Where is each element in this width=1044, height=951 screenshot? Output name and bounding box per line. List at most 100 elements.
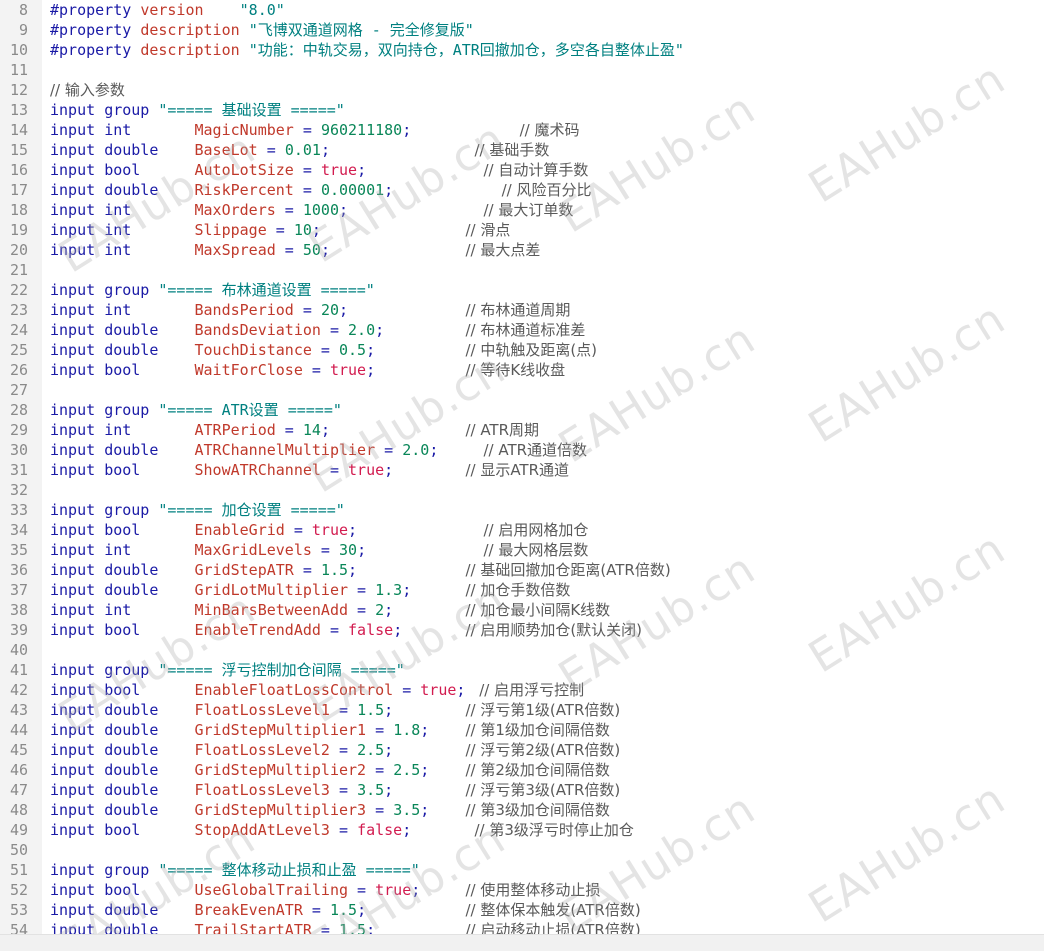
code-editor[interactable]: 8 #property version "8.0" 9 #property descr… [0, 0, 1044, 951]
code-token: input [50, 301, 105, 319]
code-token: input [50, 141, 105, 159]
code-text: input group "===== 整体移动止损和止盈 =====" [50, 860, 420, 880]
code-token: "===== 基础设置 =====" [158, 101, 345, 119]
code-token: true [320, 161, 358, 179]
code-token: 1000 [302, 201, 339, 219]
code-token: 30 [339, 541, 358, 559]
code-line[interactable]: 11 [0, 60, 1044, 80]
code-token: = [393, 681, 421, 699]
code-line[interactable]: 16 input bool AutoLotSize = true; // 自动计算… [0, 160, 1044, 180]
code-token: // 中轨触及距离(点) [465, 341, 598, 359]
code-line[interactable]: 52 input bool UseGlobalTrailing = true; /… [0, 880, 1044, 900]
line-number: 41 [9, 661, 28, 679]
code-token: input [50, 561, 105, 579]
code-token: = [375, 441, 403, 459]
code-token: input [50, 121, 105, 139]
code-line[interactable]: 37 input double GridLotMultiplier = 1.3; … [0, 580, 1044, 600]
horizontal-scrollbar[interactable] [0, 934, 1044, 951]
code-line[interactable]: 12 // 输入参数 [0, 80, 1044, 100]
code-token: input [50, 821, 105, 839]
code-token: "功能：中轨交易，双向持仓，ATR回撤加仓，多空各自整体止盈" [248, 41, 684, 59]
code-line[interactable]: 13 input group "===== 基础设置 =====" [0, 100, 1044, 120]
code-line[interactable]: 8 #property version "8.0" [0, 0, 1044, 20]
code-token: 2.5 [357, 741, 385, 759]
code-line[interactable]: 53 input double BreakEvenATR = 1.5; // 整体… [0, 900, 1044, 920]
code-token: "===== 加仓设置 =====" [158, 501, 345, 519]
code-line[interactable]: 26 input bool WaitForClose = true; // 等待K… [0, 360, 1044, 380]
code-line[interactable]: 39 input bool EnableTrendAdd = false; // … [0, 620, 1044, 640]
code-token: false [348, 621, 394, 639]
code-text: input bool WaitForClose = true; // 等待K线收… [50, 360, 565, 380]
code-line[interactable]: 46 input double GridStepMultiplier2 = 2.5… [0, 760, 1044, 780]
code-text: input bool EnableTrendAdd = false; // 启用… [50, 620, 642, 640]
code-line[interactable]: 41 input group "===== 浮亏控制加仓间隔 =====" [0, 660, 1044, 680]
code-line[interactable]: 51 input group "===== 整体移动止损和止盈 =====" [0, 860, 1044, 880]
code-token: input [50, 361, 105, 379]
code-text: input int ATRPeriod = 14; // ATR周期 [50, 420, 539, 440]
code-token: // 加仓最小间隔K线数 [465, 601, 611, 619]
code-token: input [50, 601, 105, 619]
code-line[interactable]: 34 input bool EnableGrid = true; // 启用网格加… [0, 520, 1044, 540]
code-token: int [104, 241, 195, 259]
line-number: 28 [9, 401, 28, 419]
code-token: int [104, 121, 195, 139]
code-line[interactable]: 29 input int ATRPeriod = 14; // ATR周期 [0, 420, 1044, 440]
code-line[interactable]: 47 input double FloatLossLevel3 = 3.5; //… [0, 780, 1044, 800]
line-number: 23 [9, 301, 28, 319]
code-line[interactable]: 45 input double FloatLossLevel2 = 2.5; //… [0, 740, 1044, 760]
code-token: // 最大订单数 [483, 201, 574, 219]
code-token: AutoLotSize [194, 161, 294, 179]
code-line[interactable]: 18 input int MaxOrders = 1000; // 最大订单数 [0, 200, 1044, 220]
code-text: input bool ShowATRChannel = true; // 显示A… [50, 460, 569, 480]
code-token: FloatLossLevel2 [194, 741, 330, 759]
code-line[interactable]: 9 #property description "飞博双通道网格 - 完全修复版" [0, 20, 1044, 40]
code-line[interactable]: 38 input int MinBarsBetweenAdd = 2; // 加仓… [0, 600, 1044, 620]
code-line[interactable]: 48 input double GridStepMultiplier3 = 3.5… [0, 800, 1044, 820]
code-token: double [104, 581, 195, 599]
code-token: ; [366, 341, 466, 359]
code-line[interactable]: 14 input int MagicNumber = 960211180; // … [0, 120, 1044, 140]
code-text: #property version "8.0" [50, 0, 285, 20]
code-line[interactable]: 31 input bool ShowATRChannel = true; // 显… [0, 460, 1044, 480]
line-number: 19 [9, 221, 28, 239]
code-line[interactable]: 36 input double GridStepATR = 1.5; // 基础回… [0, 560, 1044, 580]
code-token: ; [311, 221, 466, 239]
code-line[interactable]: 33 input group "===== 加仓设置 =====" [0, 500, 1044, 520]
line-number: 33 [9, 501, 28, 519]
code-line[interactable]: 32 [0, 480, 1044, 500]
code-token: ; [348, 561, 466, 579]
code-text: input double BandsDeviation = 2.0; // 布林… [50, 320, 585, 340]
code-token: ; [420, 761, 466, 779]
code-line[interactable]: 42 input bool EnableFloatLossControl = tr… [0, 680, 1044, 700]
code-token: ; [348, 521, 484, 539]
code-line[interactable]: 25 input double TouchDistance = 0.5; // 中… [0, 340, 1044, 360]
code-line[interactable]: 21 [0, 260, 1044, 280]
code-area[interactable]: 8 #property version "8.0" 9 #property descr… [0, 0, 1044, 940]
code-line[interactable]: 30 input double ATRChannelMultiplier = 2.… [0, 440, 1044, 460]
code-line[interactable]: 40 [0, 640, 1044, 660]
line-number: 38 [9, 601, 28, 619]
code-token: input [50, 401, 105, 419]
code-line[interactable]: 27 [0, 380, 1044, 400]
code-line[interactable]: 19 input int Slippage = 10; // 滑点 [0, 220, 1044, 240]
code-token: double [104, 781, 195, 799]
code-line[interactable]: 50 [0, 840, 1044, 860]
code-text: input double RiskPercent = 0.00001; // 风… [50, 180, 591, 200]
code-line[interactable]: 17 input double RiskPercent = 0.00001; //… [0, 180, 1044, 200]
code-line[interactable]: 35 input int MaxGridLevels = 30; // 最大网格层… [0, 540, 1044, 560]
line-number: 18 [9, 201, 28, 219]
code-line[interactable]: 28 input group "===== ATR设置 =====" [0, 400, 1044, 420]
code-line[interactable]: 10 #property description "功能：中轨交易，双向持仓，AT… [0, 40, 1044, 60]
code-token: "===== 整体移动止损和止盈 =====" [158, 861, 420, 879]
line-number: 21 [9, 261, 28, 279]
code-line[interactable]: 22 input group "===== 布林通道设置 =====" [0, 280, 1044, 300]
code-line[interactable]: 24 input double BandsDeviation = 2.0; // … [0, 320, 1044, 340]
code-token: input [50, 161, 105, 179]
code-line[interactable]: 15 input double BaseLot = 0.01; // 基础手数 [0, 140, 1044, 160]
code-token: group [104, 281, 159, 299]
code-line[interactable]: 23 input int BandsPeriod = 20; // 布林通道周期 [0, 300, 1044, 320]
code-line[interactable]: 49 input bool StopAddAtLevel3 = false; //… [0, 820, 1044, 840]
code-line[interactable]: 44 input double GridStepMultiplier1 = 1.8… [0, 720, 1044, 740]
code-line[interactable]: 20 input int MaxSpread = 50; // 最大点差 [0, 240, 1044, 260]
code-line[interactable]: 43 input double FloatLossLevel1 = 1.5; //… [0, 700, 1044, 720]
